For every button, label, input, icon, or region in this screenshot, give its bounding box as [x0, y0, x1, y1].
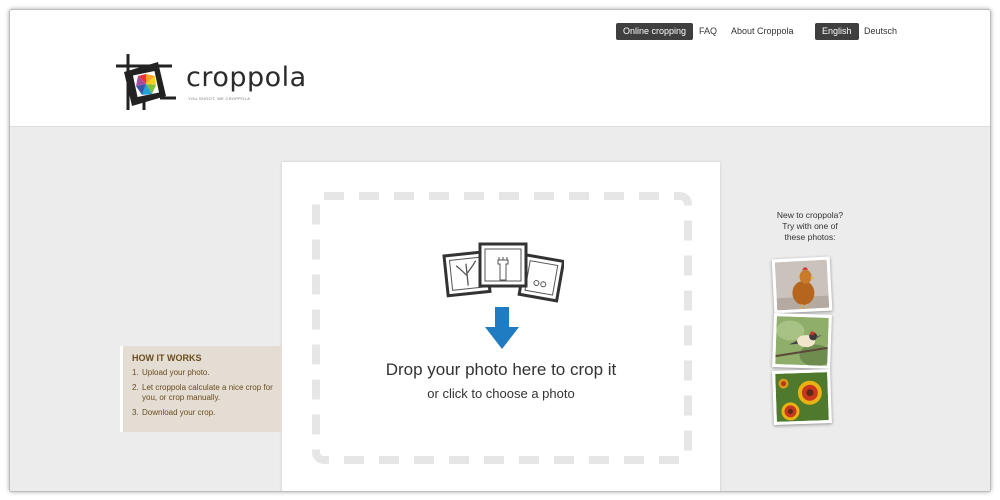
nav-online-cropping[interactable]: Online cropping — [616, 23, 694, 40]
step-number: 3. — [132, 408, 139, 417]
rooster-photo — [774, 259, 830, 311]
down-arrow-icon — [485, 307, 519, 349]
browser-frame: croppola YOU SHOOT, WE CROPPOLA Online c… — [9, 9, 991, 492]
croppola-logo[interactable]: croppola YOU SHOOT, WE CROPPOLA — [114, 52, 307, 112]
header: croppola YOU SHOOT, WE CROPPOLA Online c… — [10, 10, 990, 127]
bird-photo — [775, 316, 829, 366]
step-text: Let croppola calculate a nice crop for y… — [142, 383, 273, 402]
nav-language-deutsch[interactable]: Deutsch — [857, 23, 904, 40]
sample-photo-flowers[interactable] — [772, 369, 832, 425]
how-it-works-panel: HOW IT WORKS 1. Upload your photo. 2. Let … — [120, 346, 282, 432]
choose-photo-link[interactable]: or click to choose a photo — [282, 386, 720, 401]
sample-heading-line: Try with one of — [782, 221, 838, 231]
step-item: 1. Upload your photo. — [132, 368, 282, 378]
step-item: 3. Download your crop. — [132, 408, 282, 418]
photo-drop-zone[interactable]: Drop your photo here to crop it or click… — [282, 162, 720, 491]
logo-wordmark: croppola — [186, 62, 307, 93]
how-it-works-steps: 1. Upload your photo. 2. Let croppola calc… — [132, 368, 282, 418]
step-number: 2. — [132, 383, 139, 392]
sample-heading-line: New to croppola? — [776, 210, 844, 220]
sample-photos-heading: New to croppola? Try with one of these p… — [762, 210, 858, 243]
sample-photo-bird[interactable] — [772, 313, 832, 369]
sample-heading-line: these photos: — [784, 232, 836, 242]
step-text: Upload your photo. — [142, 368, 210, 377]
sample-photo-rooster[interactable] — [771, 256, 833, 314]
step-number: 1. — [132, 368, 139, 377]
drop-title: Drop your photo here to crop it — [385, 360, 617, 379]
main-area: Drop your photo here to crop it or click… — [10, 127, 990, 491]
logo-tagline: YOU SHOOT, WE CROPPOLA — [188, 96, 251, 101]
step-text: Download your crop. — [142, 408, 216, 417]
flowers-photo — [775, 372, 829, 422]
croppola-logo-icon — [116, 54, 176, 110]
how-it-works-title: HOW IT WORKS — [132, 353, 202, 363]
nav-faq[interactable]: FAQ — [692, 23, 724, 40]
step-item: 2. Let croppola calculate a nice crop for… — [132, 383, 282, 403]
photos-icon — [442, 242, 564, 303]
nav-language-english[interactable]: English — [815, 23, 859, 40]
nav-about[interactable]: About Croppola — [724, 23, 801, 40]
